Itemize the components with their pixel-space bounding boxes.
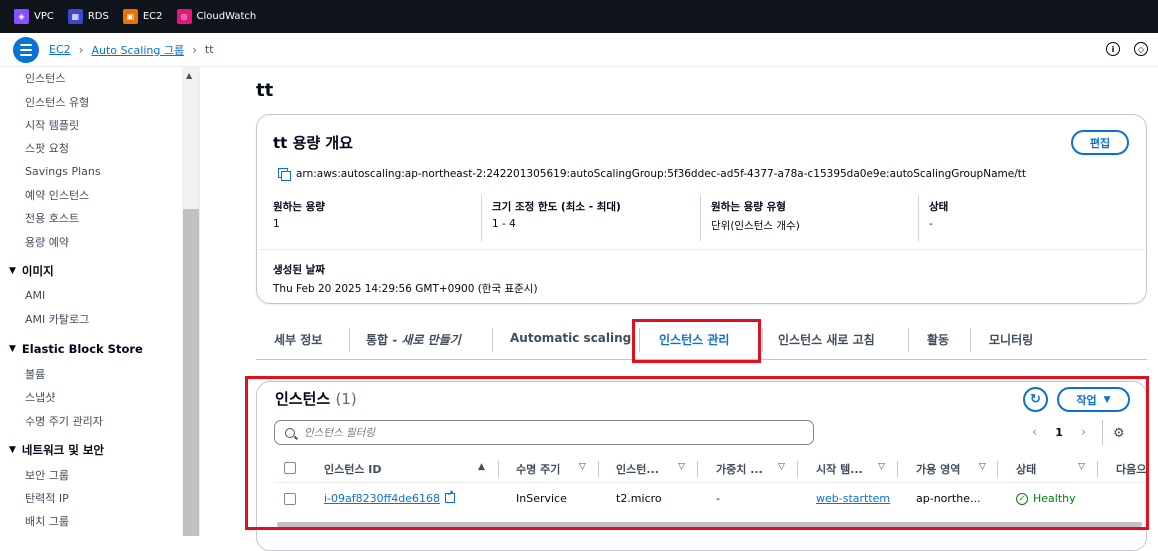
breadcrumb: EC2 › Auto Scaling 그룹 › tt — [49, 42, 214, 58]
page-title: tt — [256, 80, 274, 101]
caret-down-icon: ▼ — [9, 344, 16, 354]
sidebar-item-launch-templates[interactable]: 시작 템플릿 — [25, 117, 79, 133]
navigation-menu-button[interactable] — [13, 36, 39, 63]
breadcrumb-auto-scaling-groups[interactable]: Auto Scaling 그룹 — [91, 42, 184, 58]
copy-icon[interactable] — [278, 168, 291, 181]
sidebar-item-capacity-reservations[interactable]: 용량 예약 — [25, 234, 69, 250]
sidebar-section-ebs[interactable]: ▼ Elastic Block Store — [9, 342, 143, 356]
arn-value: arn:aws:autoscaling:ap-northeast-2:24220… — [296, 168, 1026, 180]
field-value: - — [929, 218, 933, 230]
tab-divider — [908, 328, 909, 352]
field-label: 원하는 용량 — [273, 201, 325, 213]
sidebar: 인스턴스 인스턴스 유형 시작 템플릿 스팟 요청 Savings Plans … — [0, 67, 200, 536]
field-label: 크기 조정 한도 (최소 - 최대) — [492, 201, 621, 213]
sidebar-item-snapshots[interactable]: 스냅샷 — [25, 389, 55, 405]
sidebar-item-reserved-instances[interactable]: 예약 인스턴스 — [25, 187, 89, 203]
field-created-date: 생성된 날짜 Thu Feb 20 2025 14:29:56 GMT+0900… — [273, 262, 538, 296]
divider — [258, 249, 1145, 250]
highlight-box-instances — [245, 376, 1149, 530]
tab-divider — [492, 328, 493, 352]
service-label: EC2 — [142, 11, 163, 22]
sidebar-item-lifecycle-manager[interactable]: 수명 주기 관리자 — [25, 413, 103, 429]
sidebar-item-spot-requests[interactable]: 스팟 요청 — [25, 140, 69, 156]
service-cloudwatch[interactable]: ◎ CloudWatch — [176, 9, 257, 24]
page-utility-icons: i ◇ — [1106, 42, 1148, 56]
sidebar-section-title: 네트워크 및 보안 — [21, 443, 104, 457]
sidebar-item-ami[interactable]: AMI — [25, 289, 45, 302]
tab-integration-prefix: 통합 - — [366, 333, 402, 347]
capacity-overview-card: tt 용량 개요 편집 arn:aws:autoscaling:ap-north… — [256, 114, 1147, 304]
breadcrumb-ec2[interactable]: EC2 — [49, 43, 71, 56]
field-desired-capacity: 원하는 용량 1 — [273, 199, 325, 230]
sidebar-section-title: 이미지 — [21, 264, 54, 278]
caret-down-icon: ▼ — [9, 445, 16, 455]
hamburger-icon-line — [20, 53, 32, 56]
field-value: 1 — [273, 218, 280, 230]
field-label: 상태 — [929, 201, 949, 213]
field-value: 단위(인스턴스 개수) — [711, 220, 800, 232]
service-label: CloudWatch — [196, 11, 257, 22]
service-ec2[interactable]: ▣ EC2 — [122, 9, 163, 24]
tab-activity[interactable]: 활동 — [927, 331, 949, 348]
tab-instance-refresh[interactable]: 인스턴스 새로 고침 — [778, 331, 875, 348]
service-label: RDS — [87, 11, 109, 22]
vpc-icon: ◈ — [14, 9, 29, 24]
hamburger-icon — [20, 43, 32, 46]
tab-integration[interactable]: 통합 - 새로 만들기 — [366, 331, 461, 348]
sidebar-item-savings-plans[interactable]: Savings Plans — [25, 165, 101, 178]
sidebar-section-images[interactable]: ▼ 이미지 — [9, 263, 54, 279]
sidebar-item-dedicated-hosts[interactable]: 전용 호스트 — [25, 210, 79, 226]
field-desired-capacity-type: 원하는 용량 유형 단위(인스턴스 개수) — [711, 199, 800, 233]
cloudwatch-icon: ◎ — [176, 9, 192, 24]
breadcrumb-bar: EC2 › Auto Scaling 그룹 › tt i ◇ — [0, 33, 1158, 67]
sidebar-section-network-security[interactable]: ▼ 네트워크 및 보안 — [9, 442, 104, 458]
card-title: tt 용량 개요 — [273, 134, 353, 152]
service-label: VPC — [34, 11, 54, 22]
sidebar-item-instances[interactable]: 인스턴스 — [25, 70, 65, 86]
sidebar-item-elastic-ips[interactable]: 탄력적 IP — [25, 490, 69, 506]
sidebar-item-security-groups[interactable]: 보안 그룹 — [25, 467, 69, 483]
sidebar-scrollbar-thumb[interactable] — [183, 209, 199, 536]
edit-button[interactable]: 편집 — [1071, 130, 1129, 155]
tab-automatic-scaling[interactable]: Automatic scaling — [510, 331, 631, 345]
tab-divider — [970, 328, 971, 352]
field-status: 상태 - — [929, 199, 948, 230]
tab-details[interactable]: 세부 정보 — [274, 331, 322, 348]
info-icon[interactable]: i — [1106, 42, 1120, 56]
field-value: Thu Feb 20 2025 14:29:56 GMT+0900 (한국 표준… — [273, 283, 538, 295]
chevron-right-icon: › — [78, 42, 84, 57]
divider — [481, 195, 482, 241]
hamburger-icon-line — [20, 48, 32, 51]
tab-divider — [762, 328, 763, 352]
tab-integration-new: 새로 만들기 — [401, 333, 461, 347]
arn-row: arn:aws:autoscaling:ap-northeast-2:24220… — [278, 168, 1026, 181]
sidebar-item-ami-catalog[interactable]: AMI 카탈로그 — [25, 311, 89, 327]
field-label: 원하는 용량 유형 — [711, 201, 786, 213]
caret-down-icon: ▼ — [9, 266, 16, 276]
chevron-right-icon: › — [192, 42, 197, 57]
service-favorites-bar: ◈ VPC ▦ RDS ▣ EC2 ◎ CloudWatch — [0, 0, 1158, 33]
field-label: 생성된 날짜 — [273, 264, 325, 276]
sidebar-item-volumes[interactable]: 볼륨 — [25, 366, 45, 382]
tab-divider — [349, 328, 350, 352]
scroll-up-arrow-icon[interactable]: ▲ — [186, 71, 192, 80]
service-rds[interactable]: ▦ RDS — [67, 9, 109, 24]
field-value: 1 - 4 — [492, 218, 516, 230]
feedback-icon[interactable]: ◇ — [1134, 42, 1148, 56]
highlight-box-tab — [632, 319, 761, 363]
breadcrumb-current: tt — [204, 43, 214, 56]
tab-monitoring[interactable]: 모니터링 — [989, 331, 1033, 348]
ec2-icon: ▣ — [122, 9, 138, 24]
rds-icon: ▦ — [67, 9, 83, 24]
sidebar-section-title: Elastic Block Store — [21, 342, 143, 356]
field-scaling-limits: 크기 조정 한도 (최소 - 최대) 1 - 4 — [492, 199, 621, 230]
divider — [918, 195, 919, 241]
service-vpc[interactable]: ◈ VPC — [14, 9, 54, 24]
sidebar-item-placement-groups[interactable]: 배치 그룹 — [25, 513, 69, 529]
sidebar-item-instance-types[interactable]: 인스턴스 유형 — [25, 94, 89, 110]
divider — [700, 195, 701, 241]
